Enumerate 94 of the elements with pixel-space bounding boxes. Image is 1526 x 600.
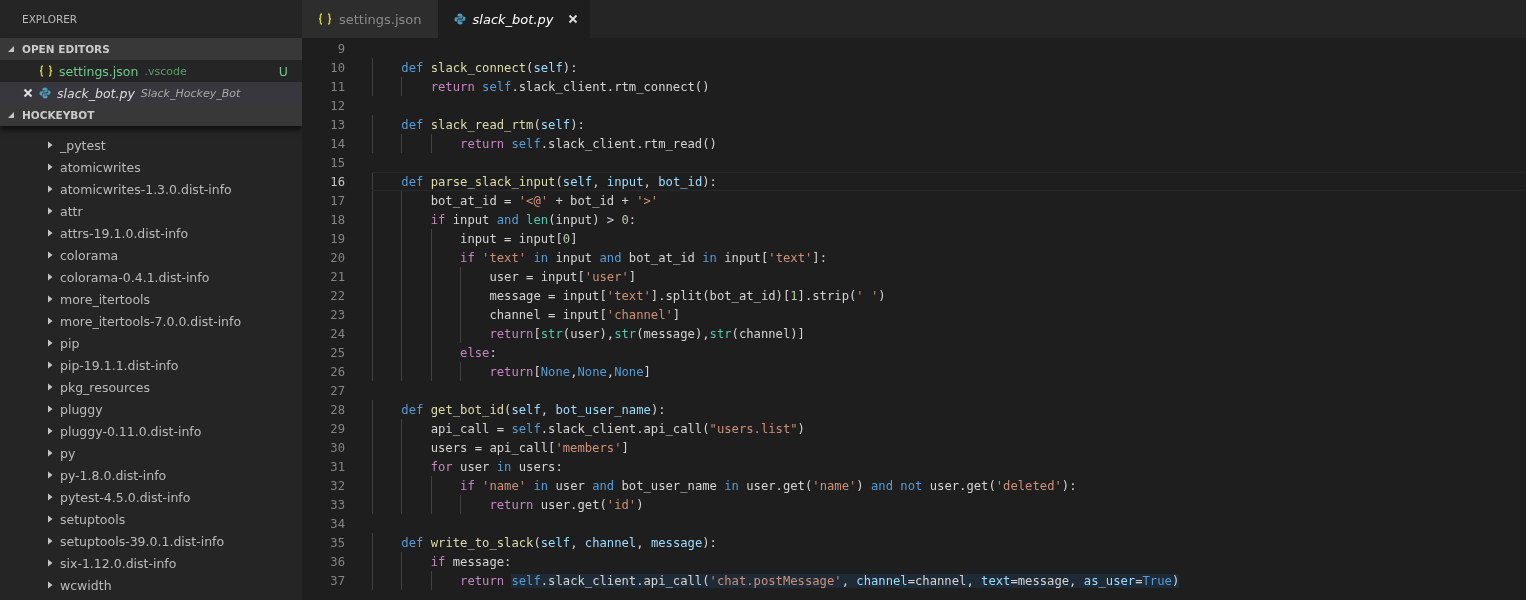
code-line: def slack_read_rtm(self): xyxy=(400,117,585,132)
folder-item[interactable]: wcwidth xyxy=(0,574,302,596)
git-status-label: U xyxy=(278,63,288,79)
line-number: 36 xyxy=(329,554,345,569)
line-number: 16 xyxy=(329,174,345,189)
line-number: 14 xyxy=(329,136,345,151)
folder-item[interactable]: atomicwrites xyxy=(0,156,302,178)
file-name: slack_bot.py xyxy=(57,85,135,101)
close-icon[interactable] xyxy=(568,14,579,24)
line-number: 34 xyxy=(329,516,345,531)
code-line: if input and len(input) > 0: xyxy=(429,212,637,227)
line-number: 20 xyxy=(329,250,345,265)
line-number: 12 xyxy=(329,98,345,113)
open-editor-item[interactable]: slack_bot.py Slack_Hockey_Bot xyxy=(0,82,302,104)
code-line: input = input[0] xyxy=(459,231,578,246)
line-number: 18 xyxy=(329,212,345,227)
folder-item[interactable]: _pytest xyxy=(0,134,302,156)
folder-item[interactable]: py-1.8.0.dist-info xyxy=(0,464,302,486)
line-number: 17 xyxy=(329,193,345,208)
folder-item[interactable]: more_itertools-7.0.0.dist-info xyxy=(0,310,302,332)
line-number: 23 xyxy=(329,307,345,322)
file-name: settings.json xyxy=(59,63,139,79)
editor-tab[interactable]: settings.json xyxy=(302,0,438,38)
folder-item[interactable]: atomicwrites-1.3.0.dist-info xyxy=(0,178,302,200)
code-line: def write_to_slack(self, channel, message): xyxy=(400,535,717,550)
code-line: def parse_slack_input(self, input, bot_id): xyxy=(400,174,717,189)
line-number: 25 xyxy=(329,345,345,360)
line-number: 28 xyxy=(329,402,345,417)
code-line: if 'name' in user and bot_user_name in user.get('name') and not user.get('deleted'): xyxy=(459,478,1077,493)
code-line: else: xyxy=(459,345,497,360)
folder-item[interactable]: pip xyxy=(0,332,302,354)
line-number: 35 xyxy=(329,535,345,550)
folder-item[interactable]: setuptools-39.0.1.dist-info xyxy=(0,530,302,552)
section-header[interactable]: HOCKEYBOT xyxy=(0,104,302,126)
folder-description: .vscode xyxy=(144,64,187,78)
line-number: 15 xyxy=(329,155,345,170)
section-title: OPEN EDITORS xyxy=(22,42,110,56)
code-line: api_call = self.slack_client.api_call("users.list") xyxy=(429,421,805,436)
line-number: 31 xyxy=(329,459,345,474)
folder-item[interactable]: colorama-0.4.1.dist-info xyxy=(0,266,302,288)
editor-tab[interactable]: slack_bot.py xyxy=(437,0,591,38)
code-line: return[str(user),str(message),str(channel)] xyxy=(488,326,805,341)
folder-item[interactable]: setuptools xyxy=(0,508,302,530)
line-number: 29 xyxy=(329,421,345,436)
line-number: 30 xyxy=(329,440,345,455)
code-line: return self.slack_client.api_call('chat.postMessage', channel=channel, text=message, as_user=True) xyxy=(459,573,1180,588)
code-line: users = api_call['members'] xyxy=(429,440,629,455)
braces-icon xyxy=(318,13,332,25)
line-number: 13 xyxy=(329,117,345,132)
section-header[interactable]: OPEN EDITORS xyxy=(0,38,302,60)
folder-item[interactable]: py xyxy=(0,442,302,464)
line-number: 19 xyxy=(329,231,345,246)
python-snake-icon xyxy=(453,13,466,25)
line-number: 26 xyxy=(329,364,345,379)
line-number: 9 xyxy=(336,41,345,56)
line-number: 10 xyxy=(329,60,345,75)
folder-description: Slack_Hockey_Bot xyxy=(140,86,241,100)
python-snake-icon xyxy=(39,87,51,99)
folder-item[interactable]: pytest-4.5.0.dist-info xyxy=(0,486,302,508)
code-line: return[None,None,None] xyxy=(488,364,651,379)
code-line: def get_bot_id(self, bot_user_name): xyxy=(400,402,666,417)
code-line: if message: xyxy=(429,554,512,569)
section-title: HOCKEYBOT xyxy=(22,108,95,122)
line-number: 22 xyxy=(329,288,345,303)
line-number: 24 xyxy=(329,326,345,341)
open-editor-item[interactable]: settings.json .vscode U xyxy=(0,60,302,82)
code-line: user = input['user'] xyxy=(488,269,637,284)
code-line: channel = input['channel'] xyxy=(488,307,681,322)
code-line: if 'text' in input and bot_at_id in input['text']: xyxy=(459,250,827,265)
folder-item[interactable]: attrs-19.1.0.dist-info xyxy=(0,222,302,244)
line-number: 37 xyxy=(329,573,345,588)
folder-item[interactable]: attr xyxy=(0,200,302,222)
code-line: return self.slack_client.rtm_connect() xyxy=(429,79,710,94)
braces-icon xyxy=(39,65,53,77)
line-number: 33 xyxy=(329,497,345,512)
folder-item[interactable]: pluggy-0.11.0.dist-info xyxy=(0,420,302,442)
code-line: for user in users: xyxy=(429,459,563,474)
code-line: def slack_connect(self): xyxy=(400,60,578,75)
code-line: return user.get('id') xyxy=(488,497,644,512)
folder-item[interactable]: colorama xyxy=(0,244,302,266)
code-line: bot_at_id = '<@' + bot_id + '>' xyxy=(429,193,659,208)
line-number: 27 xyxy=(329,383,345,398)
folder-item[interactable]: pip-19.1.1.dist-info xyxy=(0,354,302,376)
folder-item[interactable]: more_itertools xyxy=(0,288,302,310)
folder-item[interactable]: pkg_resources xyxy=(0,376,302,398)
folder-item[interactable]: pluggy xyxy=(0,398,302,420)
line-number: 32 xyxy=(329,478,345,493)
explorer-title: EXPLORER xyxy=(21,12,79,27)
code-line: return self.slack_client.rtm_read() xyxy=(459,136,717,151)
line-number: 21 xyxy=(329,269,345,284)
line-number: 11 xyxy=(329,79,345,94)
code-line: message = input['text'].split(bot_at_id)[1].strip(' ') xyxy=(488,288,886,303)
close-icon[interactable] xyxy=(23,88,33,98)
folder-item[interactable]: six-1.12.0.dist-info xyxy=(0,552,302,574)
